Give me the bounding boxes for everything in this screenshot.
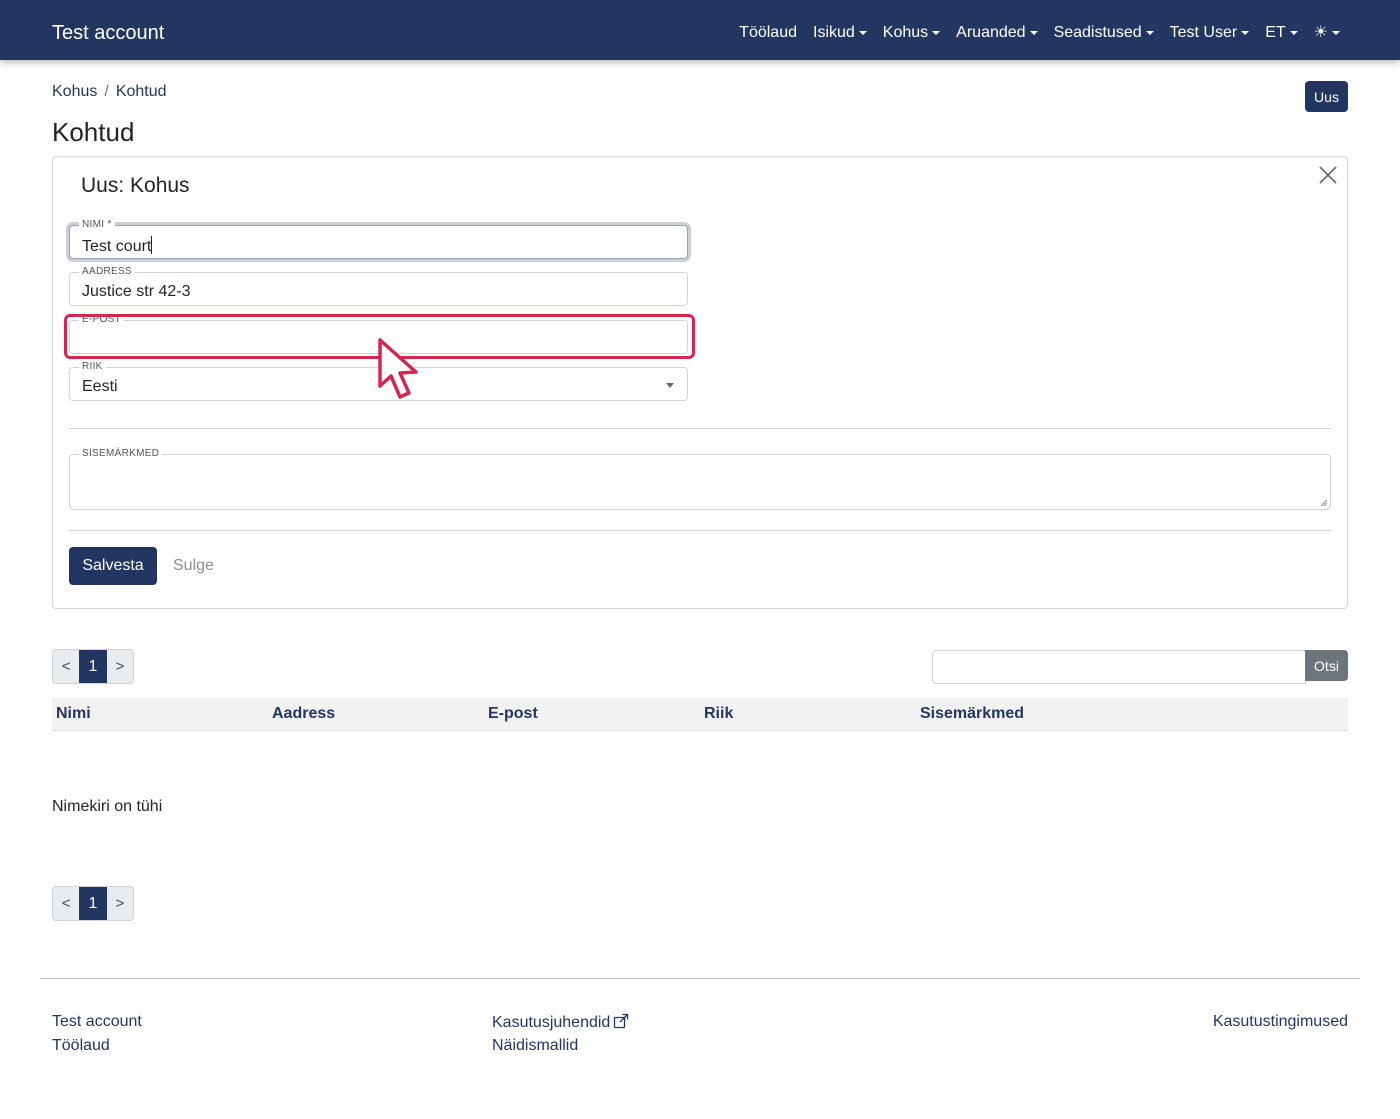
page-1-button[interactable]: 1 xyxy=(79,887,107,920)
next-page-button[interactable]: > xyxy=(107,650,133,683)
brand-title[interactable]: Test account xyxy=(52,22,164,45)
external-link-icon xyxy=(614,1013,629,1029)
search-button[interactable]: Otsi xyxy=(1305,650,1348,681)
footer-divider xyxy=(40,978,1360,979)
form-title: Uus: Kohus xyxy=(81,174,190,197)
address-field[interactable]: AADRESS Justice str 42-3 xyxy=(69,266,688,306)
breadcrumb-link-kohtud[interactable]: Kohtud xyxy=(116,83,167,101)
caret-down-icon xyxy=(1241,31,1250,35)
internal-notes-label: SISEMÄRKMED xyxy=(79,448,163,460)
nav-item-toolaud[interactable]: Töölaud xyxy=(739,24,797,42)
email-field-label: E-POST xyxy=(79,314,125,326)
breadcrumb: Kohus / Kohtud xyxy=(52,83,167,101)
nav-menu: Töölaud Isikud Kohus Aruanded Seadistuse… xyxy=(723,24,1340,42)
save-button[interactable]: Salvesta xyxy=(69,547,157,585)
nav-item-seadistused[interactable]: Seadistused xyxy=(1054,24,1154,42)
address-field-label: AADRESS xyxy=(79,266,135,278)
column-header-epost[interactable]: E-post xyxy=(488,705,538,723)
caret-down-icon xyxy=(1029,31,1038,35)
dropdown-arrow-icon xyxy=(666,383,674,388)
theme-toggle[interactable]: ☀ xyxy=(1314,25,1340,41)
text-cursor xyxy=(151,236,153,254)
internal-notes-textarea[interactable]: SISEMÄRKMED xyxy=(69,448,1331,510)
breadcrumb-separator: / xyxy=(104,83,109,100)
divider xyxy=(69,428,1331,429)
new-button[interactable]: Uus xyxy=(1305,81,1348,112)
nav-item-aruanded[interactable]: Aruanded xyxy=(956,24,1038,42)
caret-down-icon xyxy=(932,31,941,35)
footer-link-toolaud[interactable]: Töölaud xyxy=(52,1037,110,1055)
pagination-top: < 1 > xyxy=(52,649,134,684)
caret-down-icon xyxy=(1332,31,1340,35)
footer-link-account[interactable]: Test account xyxy=(52,1013,142,1031)
search-input[interactable] xyxy=(932,650,1306,684)
country-select-label: RIIK xyxy=(79,361,106,373)
table-header: Nimi Aadress E-post Riik Sisemärkmed xyxy=(52,698,1348,731)
address-field-value: Justice str 42-3 xyxy=(82,283,191,300)
pagination-bottom: < 1 > xyxy=(52,886,134,921)
footer-link-templates[interactable]: Näidismallid xyxy=(492,1037,578,1055)
page-1-button[interactable]: 1 xyxy=(79,650,107,683)
nav-item-user[interactable]: Test User xyxy=(1170,24,1250,42)
page-title: Kohtud xyxy=(52,117,135,147)
column-header-aadress[interactable]: Aadress xyxy=(272,705,335,723)
column-header-nimi[interactable]: Nimi xyxy=(56,705,91,723)
new-court-form-card: Uus: Kohus NIMI * Test court AADRESS Jus… xyxy=(52,156,1348,609)
name-field-label: NIMI * xyxy=(79,219,115,231)
empty-list-message: Nimekiri on tühi xyxy=(52,798,163,815)
column-header-riik[interactable]: Riik xyxy=(704,705,733,723)
next-page-button[interactable]: > xyxy=(107,887,133,920)
breadcrumb-link-kohus[interactable]: Kohus xyxy=(52,83,97,101)
prev-page-button[interactable]: < xyxy=(53,887,79,920)
close-icon[interactable] xyxy=(1317,164,1339,186)
nav-item-language[interactable]: ET xyxy=(1265,24,1298,42)
nav-item-kohus[interactable]: Kohus xyxy=(883,24,941,42)
sun-icon: ☀ xyxy=(1313,24,1328,41)
prev-page-button[interactable]: < xyxy=(53,650,79,683)
country-select-value: Eesti xyxy=(82,378,118,395)
resize-grip-icon[interactable] xyxy=(1320,499,1328,507)
close-form-button[interactable]: Sulge xyxy=(173,557,214,575)
divider xyxy=(69,530,1331,531)
mouse-pointer-icon xyxy=(378,338,418,399)
caret-down-icon xyxy=(1145,31,1154,35)
caret-down-icon xyxy=(858,31,867,35)
footer-link-user-guides[interactable]: Kasutusjuhendid xyxy=(492,1013,629,1032)
top-navbar: Test account Töölaud Isikud Kohus Aruand… xyxy=(0,0,1400,60)
caret-down-icon xyxy=(1289,31,1298,35)
name-field-value: Test court xyxy=(82,238,152,255)
footer-link-terms[interactable]: Kasutustingimused xyxy=(1213,1013,1348,1031)
column-header-sisemarkmed[interactable]: Sisemärkmed xyxy=(920,705,1024,723)
nav-item-isikud[interactable]: Isikud xyxy=(813,24,867,42)
name-field[interactable]: NIMI * Test court xyxy=(69,219,688,259)
